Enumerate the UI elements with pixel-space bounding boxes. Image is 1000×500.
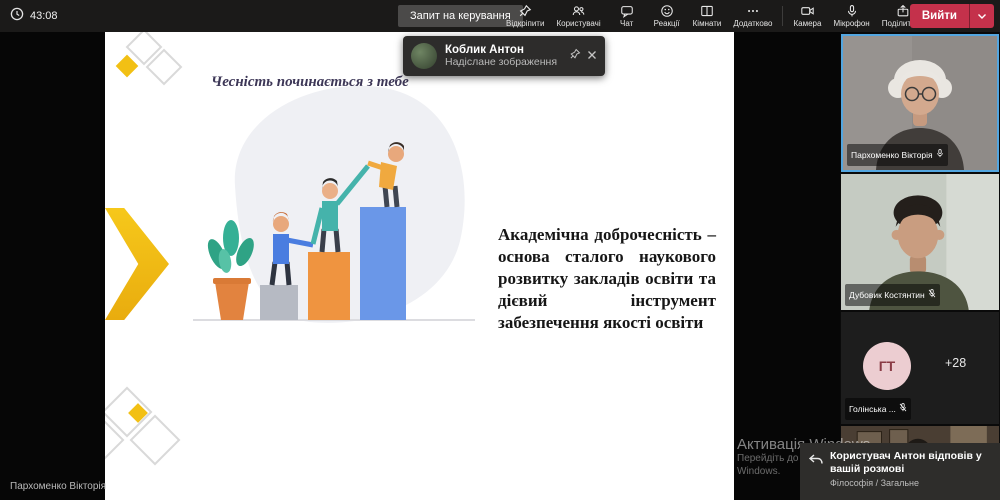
people-icon: [571, 4, 586, 18]
toolbar-button-label: Додатково: [733, 19, 772, 28]
toolbar-button-camera[interactable]: Камера: [787, 0, 827, 32]
yellow-chevron-decoration: [105, 208, 169, 320]
more-icon: [746, 4, 760, 18]
toolbar-button-chat[interactable]: Чат: [607, 0, 647, 32]
participant-name-tag: Голінська ...: [845, 398, 911, 420]
avatar: ГТ: [863, 342, 911, 390]
presenter-name-label: Пархоменко Вікторія: [10, 481, 106, 492]
meeting-timer: 43:08: [10, 0, 58, 32]
video-tile-holinska-group[interactable]: ГТ +28 Голінська ...: [841, 312, 999, 424]
share-icon: [896, 4, 910, 18]
toolbar-divider: [782, 6, 783, 26]
slide-body-text: Академічна доброчесність – основа сталог…: [498, 224, 716, 334]
toolbar-button-more[interactable]: Додатково: [727, 0, 778, 32]
leave-button-label: Вийти: [910, 4, 969, 28]
toast-message: Надіслане зображення: [445, 56, 565, 68]
participant-name: Голінська ...: [849, 404, 896, 414]
toolbar-button-participants[interactable]: Користувачі: [550, 0, 606, 32]
toolbar-buttons: Відкріпити Користувачі Чат Реакції: [500, 0, 930, 32]
meeting-toolbar: 43:08 Запит на керування Відкріпити Кори…: [0, 0, 1000, 32]
unpin-icon: [518, 4, 532, 18]
video-tile-parkhomenko[interactable]: Пархоменко Вікторія: [841, 34, 999, 172]
camera-icon: [800, 4, 815, 18]
rooms-icon: [700, 4, 714, 18]
overflow-participant-count: +28: [945, 356, 966, 370]
meeting-timer-value: 43:08: [30, 10, 58, 22]
mic-icon: [845, 4, 859, 18]
shared-screen-stage: Чесність починається з тебе: [0, 32, 840, 500]
toast-text-block: Коблик Антон Надіслане зображення: [445, 44, 565, 68]
chevron-down-icon[interactable]: [969, 4, 994, 28]
chat-notification-toast[interactable]: Коблик Антон Надіслане зображення: [403, 36, 605, 76]
mic-muted-icon: [899, 400, 907, 418]
toast-sender-name: Коблик Антон: [445, 44, 565, 56]
leave-button[interactable]: Вийти: [910, 4, 994, 28]
toolbar-button-label: Мікрофон: [833, 19, 869, 28]
participant-name-tag: Пархоменко Вікторія: [847, 144, 948, 166]
avatar-initials: ГТ: [879, 358, 896, 374]
mic-icon: [936, 146, 944, 164]
toolbar-button-unpin[interactable]: Відкріпити: [500, 0, 550, 32]
toast-text-block: Користувач Антон відповів у вашій розмов…: [830, 450, 992, 500]
presentation-slide: Чесність починається з тебе: [105, 32, 734, 500]
toolbar-button-label: Чат: [620, 19, 633, 28]
toolbar-button-mic[interactable]: Мікрофон: [827, 0, 875, 32]
teams-meeting-window: 43:08 Запит на керування Відкріпити Кори…: [0, 0, 1000, 500]
toolbar-button-label: Камера: [793, 19, 821, 28]
chat-icon: [620, 4, 634, 18]
toolbar-button-label: Реакції: [654, 19, 680, 28]
participant-name-tag: Дубовик Костянтин: [845, 284, 940, 306]
toolbar-button-rooms[interactable]: Кімнати: [687, 0, 728, 32]
toast-message: Користувач Антон відповів у вашій розмов…: [830, 450, 992, 476]
reply-arrow-icon: [808, 450, 826, 500]
avatar: [411, 43, 437, 69]
toast-channel: Філософія / Загальне: [830, 478, 992, 488]
participants-video-strip: Пархоменко Вікторія Дубовик Костянтин: [840, 32, 1000, 500]
toast-actions: [569, 47, 597, 65]
handshake-illustration: [175, 46, 495, 346]
toolbar-button-label: Кімнати: [693, 19, 722, 28]
close-icon[interactable]: [587, 47, 597, 65]
participant-name: Пархоменко Вікторія: [851, 150, 933, 160]
reply-notification-toast[interactable]: Користувач Антон відповів у вашій розмов…: [800, 443, 1000, 500]
pin-icon[interactable]: [569, 47, 581, 65]
video-tile-dubovyk[interactable]: Дубовик Костянтин: [841, 174, 999, 310]
toolbar-button-reactions[interactable]: Реакції: [647, 0, 687, 32]
diamond-decoration-bottom: [105, 382, 193, 492]
mic-muted-icon: [928, 286, 936, 304]
clock-icon: [10, 7, 24, 26]
toolbar-button-label: Відкріпити: [506, 19, 544, 28]
reactions-icon: [660, 4, 674, 18]
toolbar-button-label: Користувачі: [556, 19, 600, 28]
participant-name: Дубовик Костянтин: [849, 290, 925, 300]
